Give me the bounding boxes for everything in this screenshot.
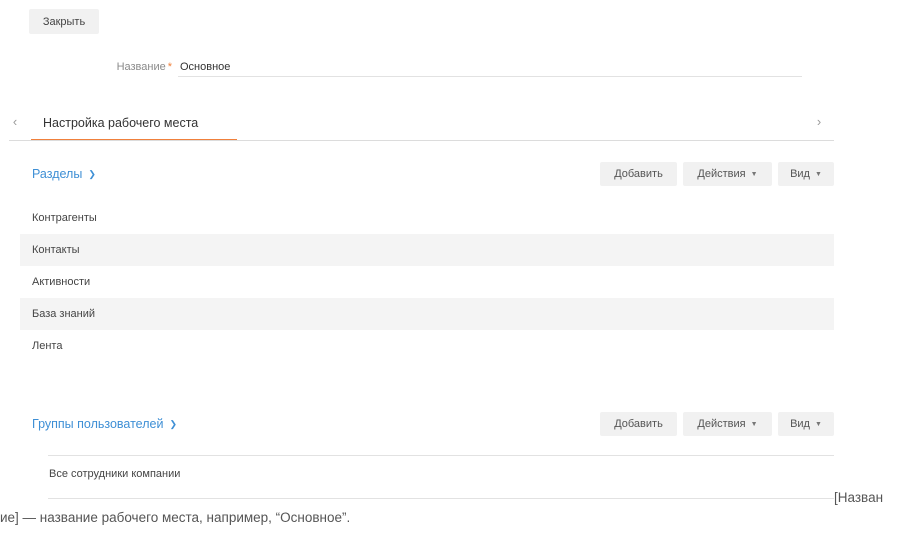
actions-label: Действия xyxy=(697,418,746,430)
list-item[interactable]: Активности xyxy=(20,266,834,298)
groups-view-button[interactable]: Вид ▼ xyxy=(778,412,834,436)
sections-title-text: Разделы xyxy=(32,167,83,181)
name-label-text: Название xyxy=(116,61,166,73)
caret-down-icon: ▼ xyxy=(750,420,758,428)
name-input[interactable]: Основное xyxy=(178,58,802,77)
sections-title[interactable]: Разделы ❯ xyxy=(32,167,96,181)
caret-down-icon: ▼ xyxy=(814,420,822,428)
tab-bar: ‹ Настройка рабочего места › xyxy=(0,110,909,142)
workplace-edit-page: Закрыть Название * Основное ‹ Настройка р… xyxy=(0,0,909,538)
tab-divider xyxy=(9,140,834,141)
view-label: Вид xyxy=(790,418,810,430)
tab-label: Настройка рабочего места xyxy=(43,116,199,130)
sections-actions-button[interactable]: Действия ▼ xyxy=(683,162,772,186)
caret-down-icon: ▼ xyxy=(814,170,822,178)
name-label: Название * xyxy=(117,61,172,73)
list-item[interactable]: Контрагенты xyxy=(20,202,834,234)
add-label: Добавить xyxy=(614,418,663,430)
caption-text: ие] — название рабочего места, например,… xyxy=(0,510,351,525)
view-label: Вид xyxy=(790,168,810,180)
chevron-down-icon: ❯ xyxy=(88,168,96,179)
caret-down-icon: ▼ xyxy=(750,170,758,178)
list-item[interactable]: База знаний xyxy=(20,298,834,330)
groups-header: Группы пользователей ❯ Добавить Действия… xyxy=(0,412,909,438)
sections-view-button[interactable]: Вид ▼ xyxy=(778,162,834,186)
sections-add-button[interactable]: Добавить xyxy=(600,162,677,186)
close-button[interactable]: Закрыть xyxy=(29,9,99,34)
list-item[interactable]: Лента xyxy=(20,330,834,362)
name-field-row: Название * Основное xyxy=(0,58,909,80)
add-label: Добавить xyxy=(614,168,663,180)
chevron-down-icon: ❯ xyxy=(169,418,177,429)
groups-actions-button[interactable]: Действия ▼ xyxy=(683,412,772,436)
tab-workplace-settings[interactable]: Настройка рабочего места xyxy=(31,110,237,141)
caption-text: [Назван xyxy=(834,490,884,505)
sections-list: Контрагенты Контакты Активности База зна… xyxy=(20,202,834,362)
list-item[interactable]: Контакты xyxy=(20,234,834,266)
groups-title[interactable]: Группы пользователей ❯ xyxy=(32,417,177,431)
groups-add-button[interactable]: Добавить xyxy=(600,412,677,436)
actions-label: Действия xyxy=(697,168,746,180)
groups-title-text: Группы пользователей xyxy=(32,417,164,431)
chevron-left-icon[interactable]: ‹ xyxy=(8,114,22,130)
sections-header: Разделы ❯ Добавить Действия ▼ Вид ▼ xyxy=(0,162,909,188)
required-mark: * xyxy=(167,61,172,73)
chevron-right-icon[interactable]: › xyxy=(812,114,826,130)
groups-list: Все сотрудники компании xyxy=(48,455,834,499)
list-item[interactable]: Все сотрудники компании xyxy=(49,468,180,480)
